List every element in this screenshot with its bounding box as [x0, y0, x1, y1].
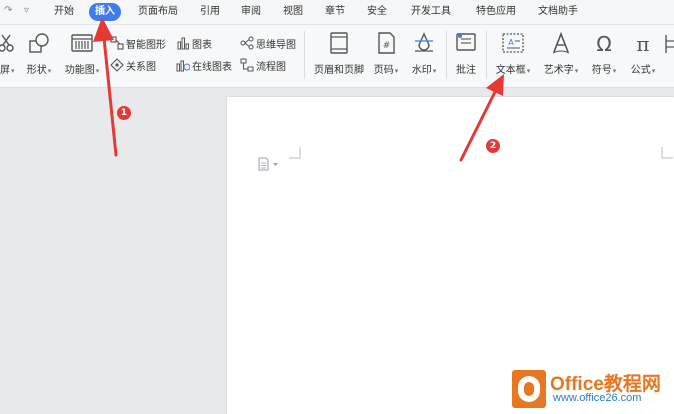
menu-tab-bar: ↷ ▿ 开始 插入 页面布局 引用 审阅 视图 章节 安全 开发工具 特色应用 …: [0, 0, 674, 25]
smart-shape-icon: [110, 36, 124, 50]
scissors-icon: [0, 34, 14, 52]
header-footer-button[interactable]: 页眉和页脚: [311, 31, 367, 81]
step-badge-2: 2: [486, 139, 500, 153]
insert-ribbon: 屏▾ 形状▾ 功能图▾ 智能图形 关系图 图表 在线图表 思维导图 流程图 页眉…: [0, 25, 674, 88]
page-number-label: 页码: [373, 65, 394, 76]
more-insert-button[interactable]: [664, 31, 674, 81]
tab-insert[interactable]: 插入: [89, 3, 121, 21]
svg-text:A: A: [508, 38, 514, 47]
online-chart-icon: [176, 60, 190, 72]
comment-button[interactable]: 批注: [452, 31, 480, 81]
shape-icon: [29, 33, 49, 53]
mind-map-icon: [240, 36, 254, 50]
symbol-label: 符号: [591, 65, 612, 76]
watermark-label: 水印: [411, 65, 432, 76]
word-art-button[interactable]: 艺术字▾: [539, 31, 583, 81]
shape-label: 形状: [26, 65, 47, 76]
relation-chart-label: 关系图: [126, 62, 156, 73]
omega-icon: Ω: [596, 32, 611, 55]
chart-label: 图表: [192, 40, 212, 51]
online-chart-label: 在线图表: [192, 62, 232, 73]
ribbon-separator: [446, 31, 447, 79]
screenshot-button[interactable]: 屏▾: [0, 31, 18, 81]
text-box-button[interactable]: A 文本框▾: [492, 31, 534, 81]
tab-start[interactable]: 开始: [48, 3, 80, 21]
redo-icon[interactable]: ↷: [4, 5, 12, 16]
flowchart-icon: [240, 58, 254, 72]
word-art-label: 艺术字: [543, 65, 574, 76]
tab-page-layout[interactable]: 页面布局: [132, 3, 184, 21]
watermark-url: www.office26.com: [553, 392, 642, 404]
comment-icon: [456, 33, 476, 51]
tab-featured-apps[interactable]: 特色应用: [470, 3, 522, 21]
page-margin-corner-top-left: [289, 147, 301, 159]
function-chart-label: 功能图: [64, 65, 95, 76]
step-badge-1: 1: [117, 106, 131, 120]
formula-button[interactable]: π 公式▾: [626, 31, 660, 81]
text-box-label: 文本框: [495, 65, 526, 76]
tab-view[interactable]: 视图: [277, 3, 309, 21]
screenshot-label: 屏: [0, 65, 10, 76]
header-footer-label: 页眉和页脚: [314, 65, 364, 76]
formula-label: 公式: [630, 65, 651, 76]
page-number-icon: #: [378, 32, 395, 54]
comment-label: 批注: [456, 65, 476, 76]
word-art-icon: [552, 31, 570, 54]
pi-icon: π: [636, 32, 649, 55]
flowchart-label: 流程图: [256, 62, 286, 73]
tab-security[interactable]: 安全: [361, 3, 393, 21]
bar-chart-icon: [177, 37, 189, 50]
function-chart-button[interactable]: 功能图▾: [62, 31, 102, 81]
svg-text:#: #: [383, 41, 391, 51]
shape-button[interactable]: 形状▾: [22, 31, 56, 81]
text-box-icon: A: [502, 33, 524, 53]
tab-doc-assistant[interactable]: 文档助手: [532, 3, 584, 21]
function-chart-icon: [71, 34, 93, 52]
page-number-button[interactable]: # 页码▾: [370, 31, 402, 81]
ribbon-separator: [486, 31, 487, 79]
svg-text:Ω: Ω: [596, 32, 611, 55]
header-footer-icon: [330, 32, 348, 54]
tab-section[interactable]: 章节: [319, 3, 351, 21]
tab-review[interactable]: 审阅: [235, 3, 267, 21]
relation-chart-icon: [110, 58, 124, 72]
tab-developer-tools[interactable]: 开发工具: [405, 3, 457, 21]
paragraph-layout-icon[interactable]: [258, 157, 280, 171]
page-margin-corner-top-right: [661, 147, 673, 159]
watermark-button[interactable]: 水印▾: [408, 31, 440, 81]
quick-access-dropdown-icon[interactable]: ▿: [24, 5, 29, 16]
mind-map-label: 思维导图: [256, 40, 296, 51]
symbol-button[interactable]: Ω 符号▾: [587, 31, 621, 81]
ribbon-separator: [304, 31, 305, 79]
more-insert-icon: [665, 35, 674, 53]
watermark-icon: [415, 32, 433, 52]
svg-text:π: π: [636, 32, 649, 55]
tab-references[interactable]: 引用: [194, 3, 226, 21]
smart-shape-label: 智能图形: [126, 40, 166, 51]
